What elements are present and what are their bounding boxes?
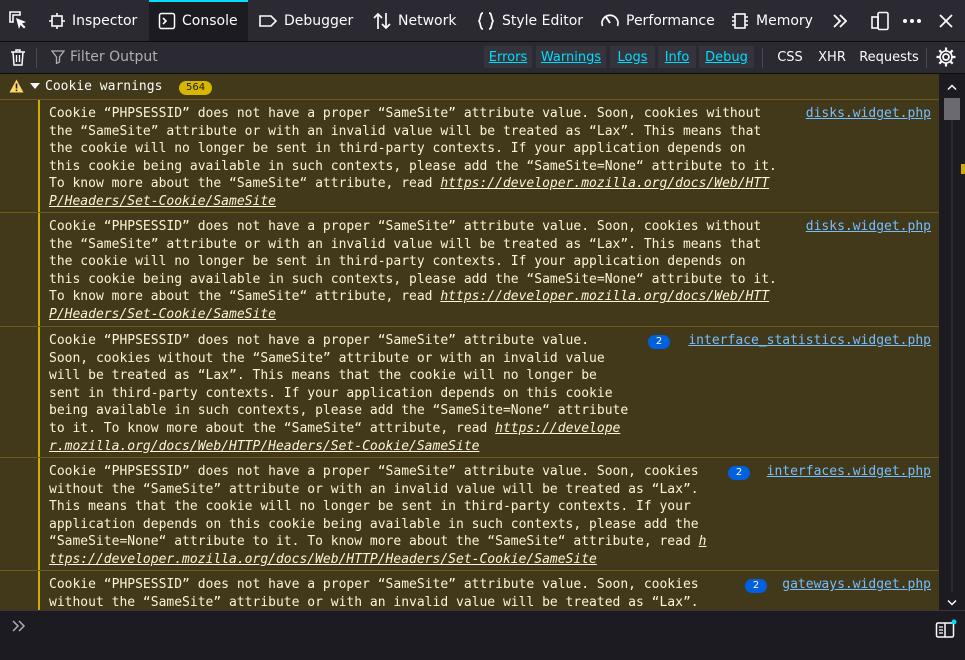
filter-logs-button[interactable]: Logs — [610, 46, 655, 68]
filter-errors-button[interactable]: Errors — [484, 46, 532, 68]
memory-icon — [732, 12, 748, 29]
output-scrollbar[interactable] — [939, 74, 965, 610]
inspector-icon — [49, 12, 65, 29]
tab-debugger[interactable]: Debugger — [258, 0, 358, 41]
console-prompt-chevron-icon — [11, 619, 27, 637]
scroll-up-arrow-icon[interactable] — [947, 80, 957, 95]
console-message: Cookie “PHPSESSID” does not have a prope… — [0, 100, 939, 213]
style-editor-icon — [477, 11, 495, 30]
filter-funnel-icon — [50, 50, 66, 68]
console-message: Cookie “PHPSESSID” does not have a prope… — [0, 327, 939, 458]
message-source-link[interactable]: gateways.widget.php — [782, 576, 931, 594]
message-text: Cookie “PHPSESSID” does not have a prope… — [49, 577, 699, 610]
console-filter-bar: Errors Warnings Logs Info Debug CSS XHR … — [0, 42, 965, 74]
network-icon — [373, 12, 391, 29]
close-icon[interactable] — [932, 0, 960, 41]
tab-label: Inspector — [72, 12, 138, 29]
repeat-count-badge: 2 — [745, 579, 767, 593]
tab-label: Debugger — [284, 12, 354, 29]
message-text: Cookie “PHPSESSID” does not have a prope… — [49, 464, 707, 567]
console-output: Cookie “PHPSESSID” does not have a prope… — [0, 100, 939, 610]
tab-performance[interactable]: Performance — [600, 0, 716, 41]
repeat-count-badge: 2 — [728, 466, 750, 480]
scroll-track — [951, 102, 953, 592]
tab-label: Memory — [756, 12, 813, 29]
filter-output-input[interactable] — [68, 45, 462, 69]
editor-mode-toggle-icon[interactable] — [935, 619, 957, 643]
tab-label: Style Editor — [502, 12, 584, 29]
filter-debug-button[interactable]: Debug — [699, 46, 754, 68]
group-count-badge: 564 — [179, 81, 213, 95]
clear-console-trash-icon[interactable] — [8, 47, 28, 71]
warning-marker — [961, 164, 965, 174]
more-tools-chevron-icon[interactable] — [826, 0, 854, 41]
console-input-area[interactable] — [0, 610, 965, 660]
tab-network[interactable]: Network — [372, 0, 462, 41]
scroll-thumb[interactable] — [944, 98, 960, 120]
filter-info-button[interactable]: Info — [658, 46, 696, 68]
devtools-toolbar: Inspector Console Debugger Network Style… — [0, 0, 965, 42]
toolbar-divider — [926, 48, 927, 68]
tab-label: Network — [398, 12, 457, 29]
console-message: Cookie “PHPSESSID” does not have a prope… — [0, 213, 939, 327]
console-icon — [158, 12, 176, 29]
tab-style-editor[interactable]: Style Editor — [476, 0, 586, 41]
message-source-link[interactable]: disks.widget.php — [806, 105, 931, 123]
toolbar-divider — [36, 48, 37, 68]
tab-label: Console — [182, 12, 238, 29]
warning-icon — [9, 79, 24, 97]
console-message: Cookie “PHPSESSID” does not have a prope… — [0, 458, 939, 571]
message-text: Cookie “PHPSESSID” does not have a prope… — [49, 219, 777, 322]
toolbar-divider — [762, 48, 763, 68]
more-options-icon[interactable] — [898, 0, 926, 41]
cookie-warnings-group-header[interactable]: Cookie warnings 564 — [0, 74, 965, 100]
group-label: Cookie warnings — [45, 79, 163, 94]
tab-console[interactable]: Console — [149, 0, 248, 41]
message-source-link[interactable]: interfaces.widget.php — [767, 463, 931, 481]
console-message: Cookie “PHPSESSID” does not have a prope… — [0, 571, 939, 610]
performance-icon — [601, 13, 619, 26]
message-source-link[interactable]: interface_statistics.widget.php — [688, 332, 931, 350]
filter-xhr-button[interactable]: XHR — [813, 46, 851, 68]
expand-twisty-icon[interactable] — [30, 83, 40, 89]
filter-css-button[interactable]: CSS — [771, 46, 809, 68]
filter-requests-button[interactable]: Requests — [857, 46, 921, 68]
tab-inspector[interactable]: Inspector — [48, 0, 146, 41]
filter-warnings-button[interactable]: Warnings — [536, 46, 606, 68]
message-source-link[interactable]: disks.widget.php — [806, 218, 931, 236]
tab-memory[interactable]: Memory — [730, 0, 816, 41]
element-picker-icon[interactable] — [6, 8, 30, 32]
repeat-count-badge: 2 — [648, 335, 670, 349]
message-text: Cookie “PHPSESSID” does not have a prope… — [49, 333, 629, 454]
scroll-down-arrow-icon[interactable] — [947, 596, 957, 611]
tab-label: Performance — [626, 12, 715, 29]
console-settings-gear-icon[interactable] — [935, 46, 957, 72]
debugger-icon — [259, 14, 278, 27]
message-text: Cookie “PHPSESSID” does not have a prope… — [49, 106, 777, 209]
responsive-design-icon[interactable] — [866, 0, 894, 41]
